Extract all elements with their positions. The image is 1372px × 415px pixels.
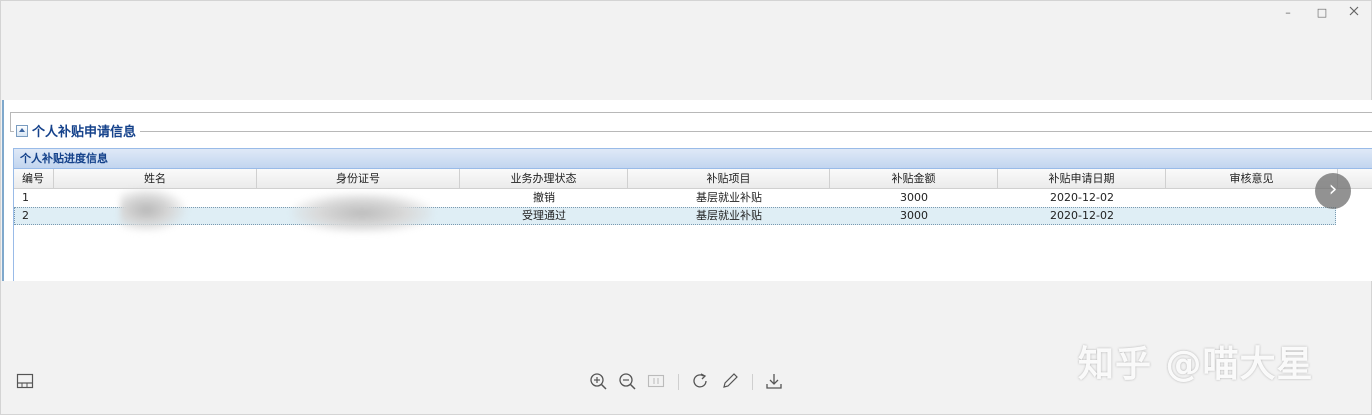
section-title: 个人补贴申请信息 (32, 125, 137, 140)
collapse-icon[interactable] (16, 124, 28, 137)
left-accent-rule (2, 100, 4, 281)
column-header-number[interactable]: 编号 (14, 169, 54, 188)
column-header-status[interactable]: 业务办理状态 (460, 169, 628, 188)
watermark: 知乎 @喵大星 (1078, 344, 1314, 385)
cell-number: 2 (22, 209, 29, 222)
cell-opinion (1166, 207, 1336, 225)
close-button[interactable] (1344, 5, 1364, 21)
table-row[interactable]: 1 撤销 基层就业补贴 3000 2020-12-02 (14, 189, 1336, 207)
toolbar-divider (678, 374, 679, 390)
content-page: 个人补贴申请信息 个人补贴进度信息 编号 姓名 身份证号 业务办理状态 补贴项目… (2, 100, 1372, 281)
cell-status: 受理通过 (522, 209, 566, 222)
cell-opinion (1166, 189, 1336, 207)
cell-project: 基层就业补贴 (696, 209, 762, 222)
column-header-project[interactable]: 补贴项目 (628, 169, 830, 188)
cell-amount: 3000 (900, 191, 928, 204)
cell-status: 撤销 (533, 191, 555, 204)
cell-amount: 3000 (900, 209, 928, 222)
close-icon (1349, 6, 1359, 16)
grid-header: 编号 姓名 身份证号 业务办理状态 补贴项目 补贴金额 补贴申请日期 审核意见 (14, 169, 1372, 189)
section-legend: 个人补贴申请信息 (14, 121, 141, 140)
rotate-icon[interactable] (690, 372, 710, 392)
sidebar-toggle-icon[interactable] (16, 373, 34, 389)
column-header-id-number[interactable]: 身份证号 (257, 169, 460, 188)
zoom-in-icon[interactable] (588, 372, 608, 392)
download-icon[interactable] (764, 372, 784, 392)
toolbar-divider (752, 374, 753, 390)
edit-icon[interactable] (720, 372, 740, 392)
next-page-button[interactable]: › (1315, 173, 1351, 209)
fit-page-icon[interactable] (646, 372, 666, 392)
cell-project: 基层就业补贴 (696, 191, 762, 204)
maximize-button[interactable]: □ (1312, 5, 1332, 21)
column-header-opinion[interactable]: 审核意见 (1166, 169, 1338, 188)
redacted-id-number (292, 193, 432, 233)
fieldset-border-left (10, 112, 11, 131)
column-header-date[interactable]: 补贴申请日期 (998, 169, 1166, 188)
column-header-name[interactable]: 姓名 (54, 169, 257, 188)
column-header-amount[interactable]: 补贴金额 (830, 169, 998, 188)
progress-grid: 个人补贴进度信息 编号 姓名 身份证号 业务办理状态 补贴项目 补贴金额 补贴申… (13, 148, 1372, 281)
fieldset-border (10, 112, 1372, 113)
fieldset-legend-rule (10, 131, 1372, 132)
table-row[interactable]: 2 受理通过 基层就业补贴 3000 2020-12-02 (14, 207, 1336, 225)
cell-date: 2020-12-02 (1050, 209, 1114, 222)
redacted-name (120, 188, 186, 232)
grid-title: 个人补贴进度信息 (14, 148, 1372, 169)
cell-date: 2020-12-02 (1050, 191, 1114, 204)
cell-number: 1 (22, 191, 29, 204)
minimize-button[interactable]: – (1278, 5, 1298, 21)
zoom-out-icon[interactable] (617, 372, 637, 392)
